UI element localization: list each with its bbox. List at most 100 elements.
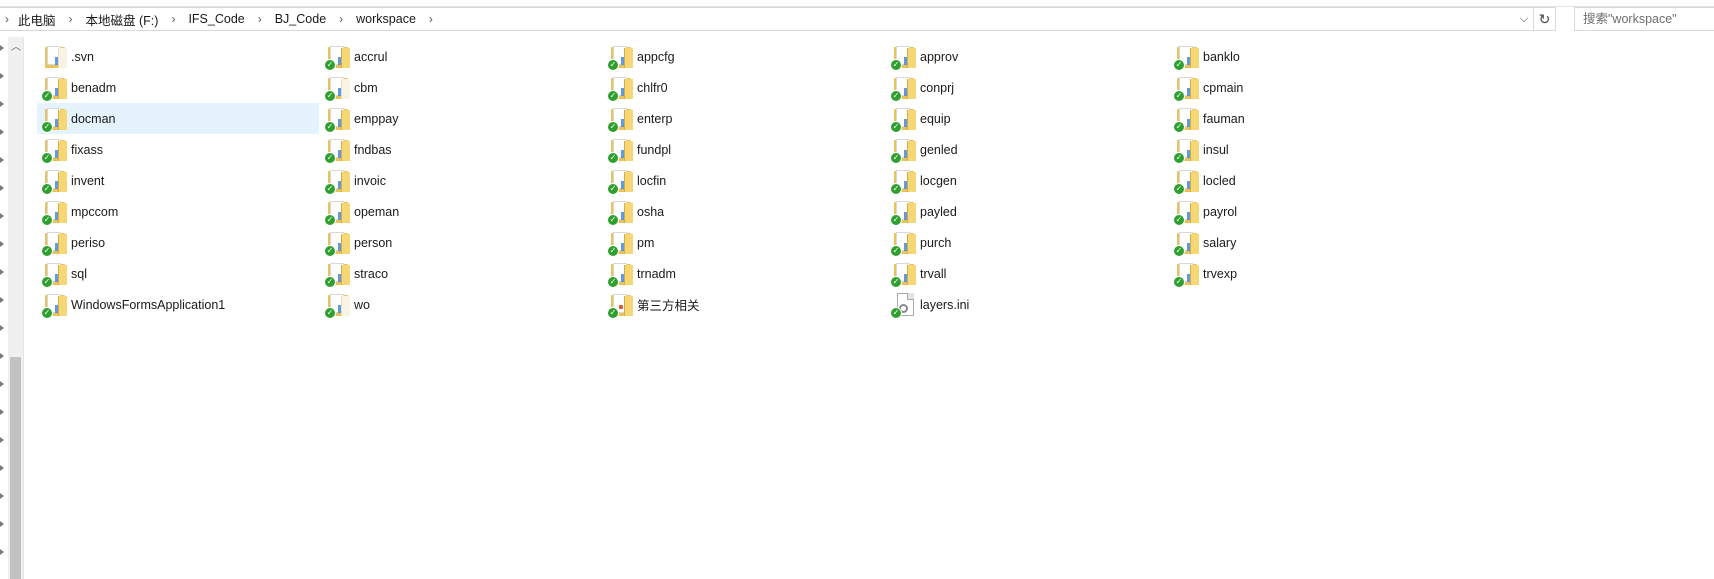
expand-arrow-icon[interactable]: [0, 381, 4, 387]
file-name: benadm: [71, 80, 117, 95]
folder-item[interactable]: ✓ opeman: [320, 196, 602, 227]
folder-item[interactable]: ✓ fixass: [37, 134, 319, 165]
folder-item[interactable]: ✓ genled: [886, 134, 1168, 165]
expand-arrow-icon[interactable]: [0, 437, 4, 443]
folder-item[interactable]: ✓ fndbas: [320, 134, 602, 165]
folder-item[interactable]: ✓ enterp: [603, 103, 885, 134]
folder-item[interactable]: ✓ trvall: [886, 258, 1168, 289]
breadcrumb-bj-code[interactable]: BJ_Code: [271, 12, 330, 26]
expand-arrow-icon[interactable]: [0, 325, 4, 331]
folder-item[interactable]: ✓ fundpl: [603, 134, 885, 165]
file-name: trnadm: [637, 266, 676, 281]
folder-item[interactable]: ✓ cbm: [320, 72, 602, 103]
expand-arrow-icon[interactable]: [0, 493, 4, 499]
folder-item[interactable]: ✓ 第三方相关: [603, 289, 885, 320]
svn-status-check-icon: ✓: [324, 275, 336, 288]
folder-icon: ✓: [1173, 43, 1201, 71]
folder-item[interactable]: ✓ benadm: [37, 72, 319, 103]
expand-arrow-icon[interactable]: [0, 549, 4, 555]
folder-item[interactable]: ✓ osha: [603, 196, 885, 227]
breadcrumb-this-pc[interactable]: 此电脑: [14, 10, 60, 29]
folder-item[interactable]: ✓ insul: [1169, 134, 1451, 165]
file-item[interactable]: ✓ layers.ini: [886, 289, 1168, 320]
navigation-pane-scrollbar[interactable]: ︿: [8, 37, 24, 579]
folder-item[interactable]: ✓ docman: [37, 103, 319, 134]
svn-status-check-icon: ✓: [324, 244, 336, 257]
expand-arrow-icon[interactable]: [0, 465, 4, 471]
chevron-right-icon[interactable]: ›: [249, 12, 271, 26]
expand-arrow-icon[interactable]: [0, 129, 4, 135]
file-name: locgen: [920, 173, 957, 188]
chevron-right-icon[interactable]: ›: [60, 12, 82, 26]
chevron-right-icon[interactable]: ›: [0, 12, 14, 26]
chevron-right-icon[interactable]: ›: [162, 12, 184, 26]
folder-icon: ✓: [41, 198, 69, 226]
folder-item[interactable]: .svn: [37, 41, 319, 72]
folder-item[interactable]: ✓ approv: [886, 41, 1168, 72]
breadcrumb-drive[interactable]: 本地磁盘 (F:): [82, 10, 163, 29]
file-name: chlfr0: [637, 80, 668, 95]
folder-item[interactable]: ✓ wo: [320, 289, 602, 320]
search-box[interactable]: [1574, 7, 1714, 31]
scrollbar-thumb[interactable]: [10, 357, 21, 579]
folder-item[interactable]: ✓ payled: [886, 196, 1168, 227]
folder-item[interactable]: ✓ locfin: [603, 165, 885, 196]
window-top-edge: [0, 0, 1714, 7]
folder-item[interactable]: ✓ fauman: [1169, 103, 1451, 134]
expand-arrow-icon[interactable]: [0, 521, 4, 527]
folder-item[interactable]: ✓ person: [320, 227, 602, 258]
folder-item[interactable]: ✓ trvexp: [1169, 258, 1451, 289]
svn-status-check-icon: ✓: [607, 306, 619, 319]
file-name: fndbas: [354, 142, 392, 157]
expand-arrow-icon[interactable]: [0, 73, 4, 79]
folder-item[interactable]: ✓ sql: [37, 258, 319, 289]
expand-arrow-icon[interactable]: [0, 269, 4, 275]
folder-item[interactable]: ✓ straco: [320, 258, 602, 289]
breadcrumb-ifs-code[interactable]: IFS_Code: [184, 12, 248, 26]
folder-item[interactable]: ✓ cpmain: [1169, 72, 1451, 103]
folder-item[interactable]: ✓ banklo: [1169, 41, 1451, 72]
expand-arrow-icon[interactable]: [0, 241, 4, 247]
folder-item[interactable]: ✓ invoic: [320, 165, 602, 196]
folder-item[interactable]: ✓ appcfg: [603, 41, 885, 72]
chevron-down-icon[interactable]: ⌵: [1515, 8, 1533, 30]
folder-icon: ✓: [41, 105, 69, 133]
address-bar[interactable]: › 此电脑 › 本地磁盘 (F:) › IFS_Code › BJ_Code ›…: [0, 7, 1556, 31]
folder-item[interactable]: ✓ accrul: [320, 41, 602, 72]
folder-item[interactable]: ✓ equip: [886, 103, 1168, 134]
folder-item[interactable]: ✓ chlfr0: [603, 72, 885, 103]
svn-status-check-icon: ✓: [1173, 213, 1185, 226]
folder-item[interactable]: ✓ locgen: [886, 165, 1168, 196]
folder-item[interactable]: ✓ conprj: [886, 72, 1168, 103]
folder-item[interactable]: ✓ salary: [1169, 227, 1451, 258]
folder-icon: ✓: [1173, 136, 1201, 164]
expand-arrow-icon[interactable]: [0, 45, 4, 51]
expand-arrow-icon[interactable]: [0, 101, 4, 107]
folder-item[interactable]: ✓ emppay: [320, 103, 602, 134]
folder-item[interactable]: ✓ mpccom: [37, 196, 319, 227]
folder-item[interactable]: ✓ payrol: [1169, 196, 1451, 227]
folder-item[interactable]: ✓ periso: [37, 227, 319, 258]
refresh-icon[interactable]: ↻: [1533, 8, 1555, 30]
folder-item[interactable]: ✓ pm: [603, 227, 885, 258]
svn-status-check-icon: ✓: [1173, 244, 1185, 257]
chevron-right-icon[interactable]: ›: [420, 12, 442, 26]
folder-item[interactable]: ✓ WindowsFormsApplication1: [37, 289, 319, 320]
folder-item[interactable]: ✓ trnadm: [603, 258, 885, 289]
chevron-right-icon[interactable]: ›: [330, 12, 352, 26]
expand-arrow-icon[interactable]: [0, 157, 4, 163]
expand-arrow-icon[interactable]: [0, 353, 4, 359]
expand-arrow-icon[interactable]: [0, 213, 4, 219]
scroll-up-icon[interactable]: ︿: [8, 37, 24, 53]
expand-arrow-icon[interactable]: [0, 409, 4, 415]
folder-item[interactable]: ✓ locled: [1169, 165, 1451, 196]
folder-item[interactable]: ✓ purch: [886, 227, 1168, 258]
file-name: locfin: [637, 173, 667, 188]
expand-arrow-icon[interactable]: [0, 185, 4, 191]
breadcrumb-workspace[interactable]: workspace: [352, 12, 420, 26]
expand-arrow-icon[interactable]: [0, 297, 4, 303]
svn-status-check-icon: ✓: [324, 213, 336, 226]
folder-item[interactable]: ✓ invent: [37, 165, 319, 196]
search-input[interactable]: [1583, 12, 1714, 26]
svn-status-check-icon: ✓: [324, 306, 336, 319]
